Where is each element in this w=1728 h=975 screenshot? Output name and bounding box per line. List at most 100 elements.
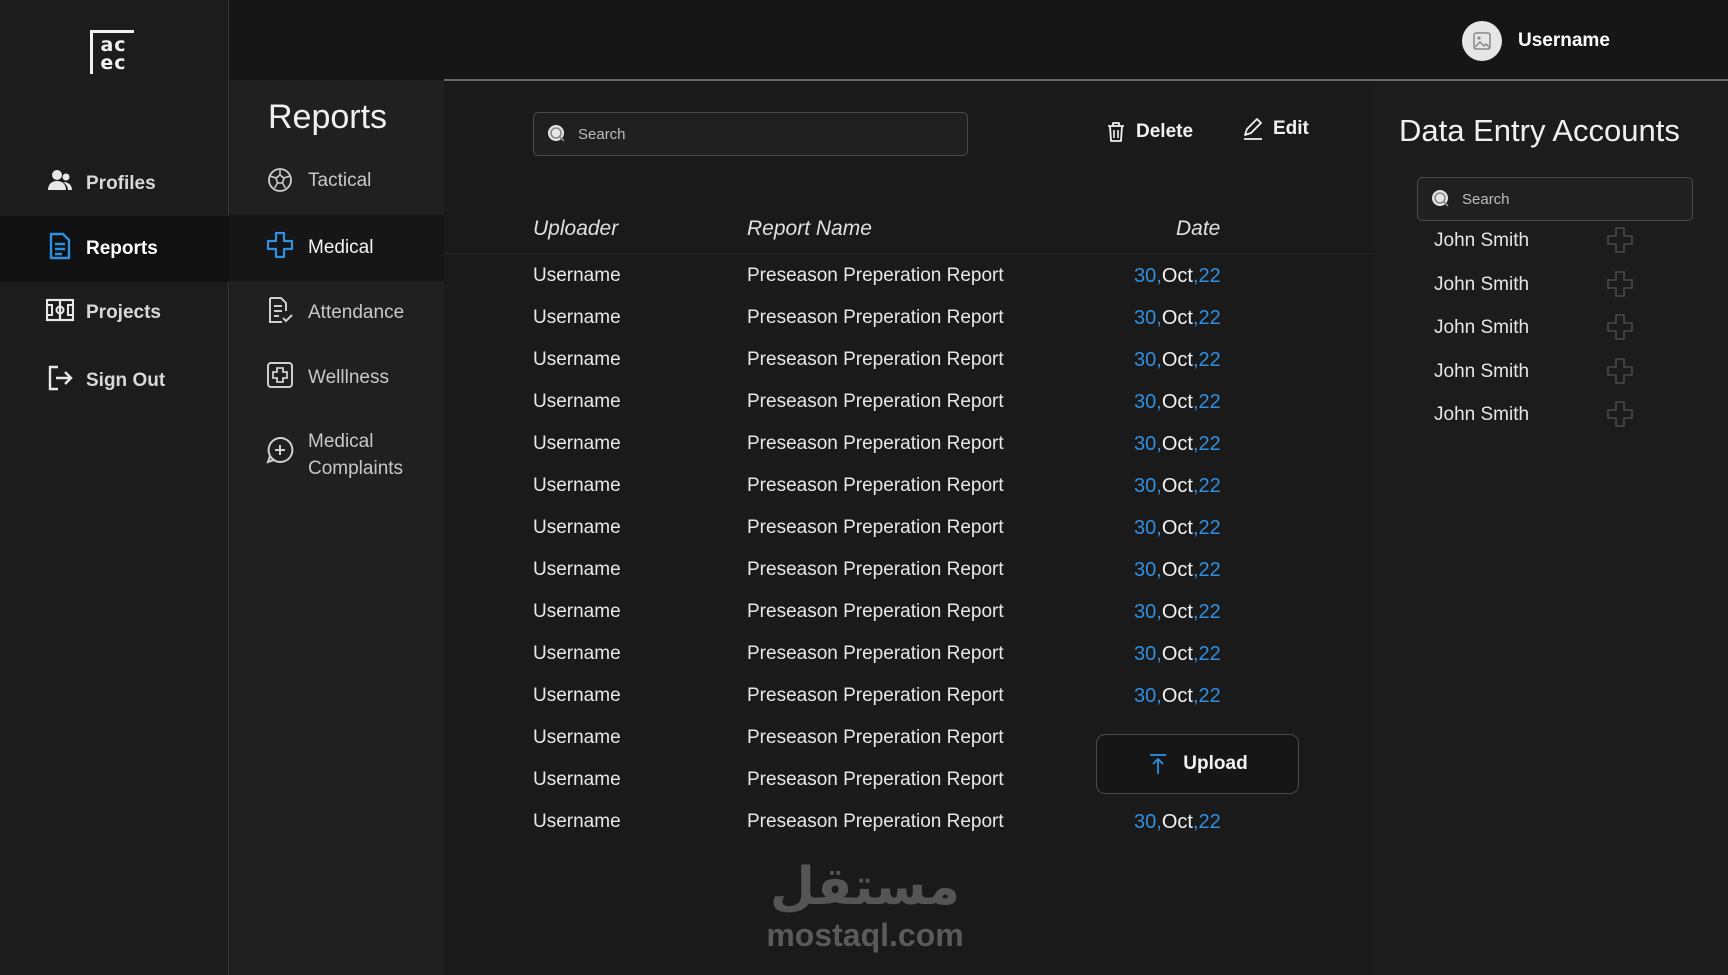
subnav-item-label: Medical — [308, 237, 374, 258]
upload-button[interactable]: Upload — [1096, 734, 1299, 794]
medical-cross-icon — [266, 231, 294, 265]
add-icon[interactable] — [1607, 270, 1633, 297]
date-day: 30 — [1134, 475, 1157, 497]
list-item[interactable]: John Smith — [1434, 270, 1654, 300]
table-row[interactable]: Username Preseason Preperation Report 30,O… — [444, 257, 1375, 295]
account-name: John Smith — [1434, 230, 1530, 251]
subnav-item-wellness[interactable]: Welllness — [230, 361, 444, 411]
field-icon — [45, 296, 75, 330]
watermark-latin: mostaql.com — [766, 917, 964, 953]
table-row[interactable]: Username Preseason Preperation Report 30,O… — [444, 635, 1375, 673]
search-input[interactable] — [1462, 190, 1662, 208]
app-logo[interactable]: ac ec — [90, 30, 134, 74]
account-name: John Smith — [1434, 273, 1530, 295]
sidebar-item-label: Sign Out — [86, 370, 166, 391]
date-month: Oct — [1161, 559, 1193, 581]
cell-report-name: Preseason Preperation Report — [747, 685, 1004, 706]
avatar[interactable] — [1462, 21, 1502, 61]
user-menu[interactable]: Username — [1462, 21, 1610, 61]
sidebar-item-sign-out[interactable]: Sign Out — [0, 348, 229, 414]
date-day: 30 — [1134, 517, 1157, 539]
subnav-item-medical-complaints[interactable]: Medical Complaints — [230, 428, 444, 498]
search-input[interactable] — [578, 125, 878, 143]
column-header-report-name[interactable]: Report Name — [747, 217, 872, 241]
date-year: 22 — [1198, 307, 1221, 329]
date-day: 30 — [1134, 307, 1157, 329]
cell-report-name: Preseason Preperation Report — [747, 559, 1004, 580]
subnav-title: Reports — [268, 98, 388, 136]
table-row[interactable]: Username Preseason Preperation Report 30,O… — [444, 509, 1375, 547]
sidebar-item-projects[interactable]: Projects — [0, 280, 229, 346]
sidebar-item-label: Profiles — [86, 173, 156, 194]
account-name: John Smith — [1434, 360, 1530, 382]
subnav-item-label: Tactical — [308, 170, 372, 191]
column-header-uploader[interactable]: Uploader — [533, 217, 618, 241]
list-item[interactable]: John Smith — [1434, 313, 1654, 343]
table-row[interactable]: Username Preseason Preperation Report 30,O… — [444, 551, 1375, 589]
list-item[interactable]: John Smith — [1434, 357, 1654, 387]
reports-search[interactable] — [533, 112, 968, 156]
date-year: 22 — [1198, 433, 1221, 455]
sidebar-item-reports[interactable]: Reports — [0, 216, 229, 282]
date-day: 30 — [1134, 265, 1157, 287]
cell-uploader: Username — [533, 475, 621, 496]
date-month: Oct — [1161, 643, 1193, 665]
subnav-item-attendance[interactable]: Attendance — [230, 296, 444, 346]
cell-date: 30,Oct,22 — [1134, 307, 1221, 330]
add-icon[interactable] — [1607, 314, 1633, 340]
add-icon[interactable] — [1607, 227, 1633, 253]
watermark-arabic: مستقل — [769, 857, 961, 917]
table-row[interactable]: Username Preseason Preperation Report 30,O… — [444, 467, 1375, 505]
table-row[interactable]: Username Preseason Preperation Report 30,O… — [444, 803, 1375, 841]
sidebar-item-profiles[interactable]: Profiles — [0, 151, 229, 217]
cell-report-name: Preseason Preperation Report — [747, 727, 1004, 748]
cell-report-name: Preseason Preperation Report — [747, 475, 1004, 496]
trash-icon — [1108, 122, 1124, 142]
cell-uploader: Username — [533, 265, 621, 286]
table-row[interactable]: Username Preseason Preperation Report 30,O… — [444, 383, 1375, 421]
subnav-item-medical[interactable]: Medical — [230, 215, 444, 281]
column-header-date[interactable]: Date — [1176, 217, 1220, 241]
date-year: 22 — [1198, 643, 1221, 665]
date-year: 22 — [1198, 391, 1221, 413]
accounts-search[interactable] — [1417, 177, 1693, 221]
list-item[interactable]: John Smith — [1434, 226, 1654, 256]
delete-button[interactable]: Delete — [1104, 120, 1193, 144]
cell-uploader: Username — [533, 391, 621, 412]
edit-label: Edit — [1273, 118, 1309, 139]
cell-report-name: Preseason Preperation Report — [747, 601, 1004, 622]
add-icon[interactable] — [1607, 401, 1633, 427]
list-item[interactable]: John Smith — [1434, 400, 1654, 430]
search-icon — [548, 125, 565, 142]
table-row[interactable]: Username Preseason Preperation Report 30,O… — [444, 299, 1375, 337]
edit-button[interactable]: Edit — [1241, 117, 1309, 141]
account-name: John Smith — [1434, 404, 1530, 425]
image-placeholder-icon — [1473, 32, 1491, 50]
date-year: 22 — [1198, 601, 1221, 623]
subnav-item-tactical[interactable]: Tactical — [230, 166, 444, 216]
soccer-ball-icon — [266, 166, 294, 200]
logo-text-top: ac — [100, 33, 127, 56]
table-row[interactable]: Username Preseason Preperation Report 30,O… — [444, 593, 1375, 631]
date-day: 30 — [1134, 349, 1157, 371]
user-icon — [46, 167, 74, 201]
table-row[interactable]: Username Preseason Preperation Report 30,O… — [444, 341, 1375, 379]
add-icon[interactable] — [1607, 357, 1633, 384]
complaint-icon — [266, 428, 294, 470]
sidebar-item-label: Reports — [86, 238, 158, 259]
date-month: Oct — [1161, 811, 1193, 833]
cell-uploader: Username — [533, 433, 621, 454]
cell-date: 30,Oct,22 — [1134, 601, 1221, 624]
upload-label: Upload — [1183, 753, 1248, 774]
date-year: 22 — [1198, 811, 1221, 833]
table-row[interactable]: Username Preseason Preperation Report 30,O… — [444, 677, 1375, 715]
table-row[interactable]: Username Preseason Preperation Report 30,O… — [444, 425, 1375, 463]
date-month: Oct — [1161, 307, 1193, 329]
date-day: 30 — [1134, 559, 1157, 581]
date-day: 30 — [1134, 685, 1157, 707]
cell-report-name: Preseason Preperation Report — [747, 517, 1004, 538]
date-day: 30 — [1134, 811, 1157, 833]
date-year: 22 — [1198, 349, 1221, 371]
reports-table-panel: Delete Edit Uploader Report Name Date Us… — [444, 81, 1375, 975]
cell-report-name: Preseason Preperation Report — [747, 265, 1004, 286]
